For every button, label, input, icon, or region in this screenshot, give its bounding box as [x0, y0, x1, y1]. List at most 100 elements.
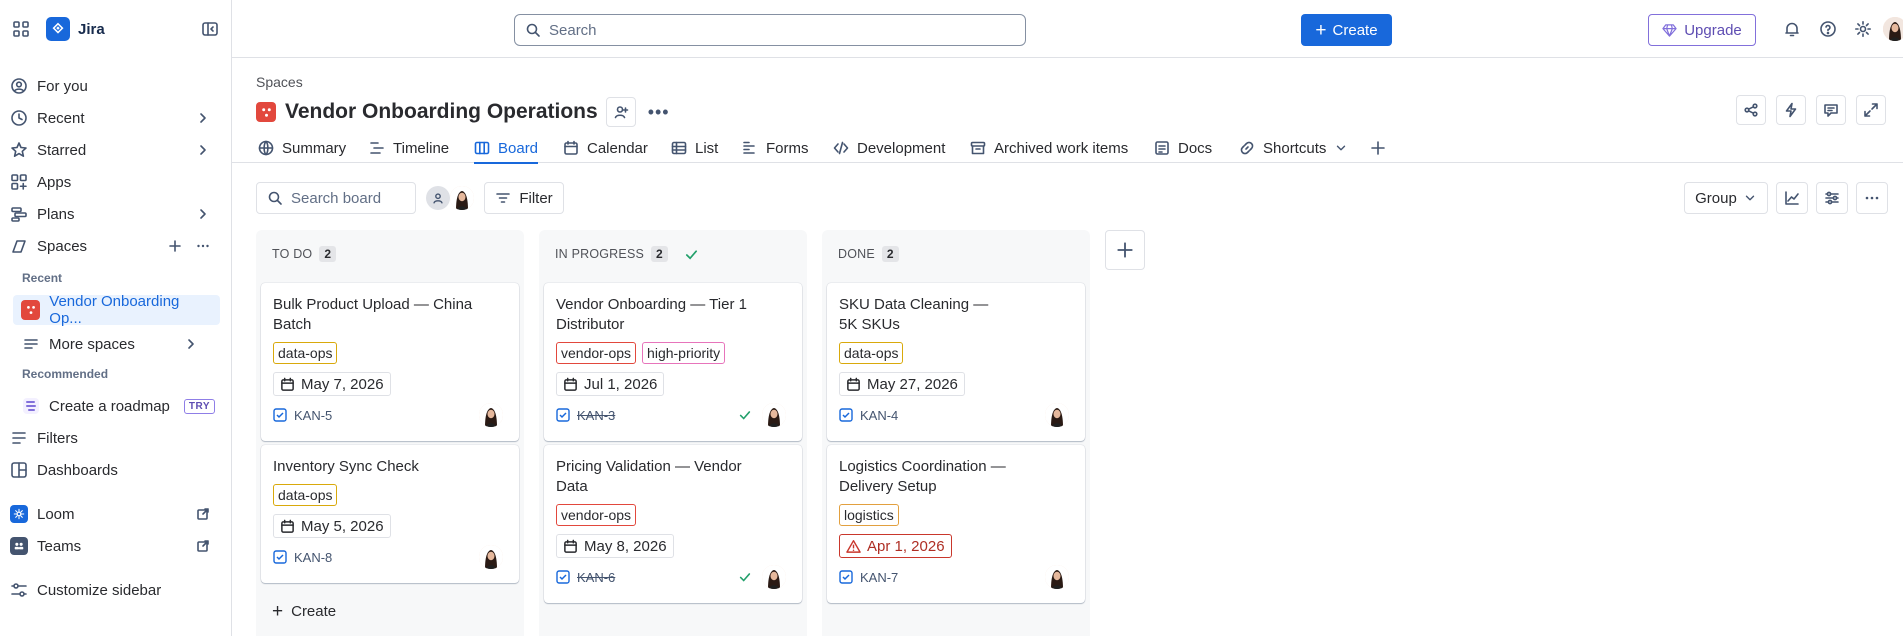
work-item-card[interactable]: Vendor Onboarding — Tier 1 Distributor v…	[544, 283, 802, 441]
tab-archived-work-items[interactable]: Archived work items	[970, 133, 1128, 163]
sidebar-item-label: Vendor Onboarding Op...	[49, 293, 180, 327]
due-date[interactable]: Jul 1, 2026	[556, 372, 665, 396]
insights-button[interactable]	[1776, 182, 1808, 214]
card-label[interactable]: data-ops	[839, 342, 904, 364]
sidebar-item-loom[interactable]: Loom	[0, 498, 232, 530]
user-avatar[interactable]	[1883, 17, 1903, 41]
sidebar-item-for-you[interactable]: For you	[0, 70, 232, 102]
tab-shortcuts[interactable]: Shortcuts	[1239, 133, 1348, 163]
plus-icon: +	[272, 601, 284, 622]
notifications-icon[interactable]	[1783, 20, 1801, 38]
work-item-card[interactable]: Inventory Sync Check data-ops May 5, 202…	[261, 445, 519, 583]
work-item-card[interactable]: Bulk Product Upload — China Batch data-o…	[261, 283, 519, 441]
chevron-right-icon[interactable]	[196, 207, 210, 221]
tab-board[interactable]: Board	[474, 133, 539, 164]
work-item-card[interactable]: Pricing Validation — Vendor Data vendor-…	[544, 445, 802, 603]
due-date[interactable]: May 8, 2026	[556, 534, 674, 558]
assignee-avatar[interactable]	[762, 403, 786, 427]
column-header[interactable]: TO DO 2	[256, 230, 524, 278]
work-item-card[interactable]: Logistics Coordination — Delivery Setup …	[827, 445, 1085, 603]
calendar-icon	[563, 140, 579, 156]
app-switcher-icon[interactable]	[12, 20, 30, 38]
share-button[interactable]	[1736, 95, 1766, 125]
sidebar-item-vendor-onboarding[interactable]: Vendor Onboarding Op...	[13, 293, 220, 327]
tab-docs[interactable]: Docs	[1154, 133, 1212, 163]
due-date[interactable]: May 7, 2026	[273, 372, 391, 396]
sidebar-item-dashboards[interactable]: Dashboards	[0, 454, 232, 486]
tab-timeline[interactable]: Timeline	[369, 133, 449, 163]
collapse-sidebar-icon[interactable]	[201, 20, 219, 38]
help-icon[interactable]	[1819, 20, 1837, 38]
chevron-right-icon[interactable]	[196, 143, 210, 157]
issue-key[interactable]: KAN-3	[577, 408, 615, 423]
add-space-icon[interactable]	[168, 239, 182, 253]
upgrade-button[interactable]: Upgrade	[1648, 14, 1756, 46]
due-date[interactable]: May 27, 2026	[839, 372, 965, 396]
filter-button[interactable]: Filter	[484, 182, 564, 214]
tab-summary[interactable]: Summary	[258, 133, 346, 163]
unassigned-avatar[interactable]	[426, 186, 450, 210]
due-date-overdue[interactable]: Apr 1, 2026	[839, 534, 952, 558]
app-name[interactable]: Jira	[78, 21, 105, 38]
assignee-avatar[interactable]	[479, 403, 503, 427]
more-options-button[interactable]	[1856, 182, 1888, 214]
sidebar-item-apps[interactable]: Apps	[0, 166, 232, 198]
board-search[interactable]	[256, 182, 416, 214]
chevron-right-icon[interactable]	[196, 111, 210, 125]
sidebar-item-filters[interactable]: Filters	[0, 422, 232, 454]
forms-icon	[742, 140, 758, 156]
breadcrumb[interactable]: Spaces	[256, 74, 303, 90]
card-label[interactable]: vendor-ops	[556, 342, 637, 364]
sidebar-item-customize[interactable]: Customize sidebar	[0, 574, 232, 606]
board-search-input[interactable]	[291, 189, 411, 207]
view-settings-button[interactable]	[1816, 182, 1848, 214]
sidebar-item-more-spaces[interactable]: More spaces	[12, 328, 232, 360]
issue-key[interactable]: KAN-5	[294, 408, 332, 423]
card-label[interactable]: vendor-ops	[556, 504, 637, 526]
sidebar-item-teams[interactable]: Teams	[0, 530, 232, 562]
add-people-button[interactable]	[605, 97, 636, 127]
more-actions-icon[interactable]: •••	[648, 102, 670, 123]
issue-key[interactable]: KAN-8	[294, 550, 332, 565]
settings-gear-icon[interactable]	[1854, 20, 1872, 38]
tab-list[interactable]: List	[671, 133, 718, 163]
create-work-item-button[interactable]: + Create	[272, 602, 336, 621]
assignee-avatar[interactable]	[762, 565, 786, 589]
automation-button[interactable]	[1776, 95, 1806, 125]
issue-key[interactable]: KAN-6	[577, 570, 615, 585]
card-label[interactable]: data-ops	[273, 342, 338, 364]
work-item-card[interactable]: SKU Data Cleaning — 5K SKUs data-ops May…	[827, 283, 1085, 441]
card-label[interactable]: logistics	[839, 504, 899, 526]
recommended-heading: Recommended	[22, 367, 109, 381]
create-button[interactable]: + Create	[1301, 14, 1392, 46]
due-date[interactable]: May 5, 2026	[273, 514, 391, 538]
more-icon[interactable]	[196, 239, 210, 253]
global-search[interactable]	[514, 14, 1026, 46]
card-label[interactable]: high-priority	[642, 342, 726, 364]
assignee-avatar[interactable]	[450, 186, 474, 210]
add-column-button[interactable]	[1105, 230, 1145, 270]
issue-key[interactable]: KAN-7	[860, 570, 898, 585]
group-by-button[interactable]: Group	[1684, 182, 1768, 214]
issue-key[interactable]: KAN-4	[860, 408, 898, 423]
sidebar-item-plans[interactable]: Plans	[0, 198, 232, 230]
sidebar-item-recent[interactable]: Recent	[0, 102, 232, 134]
sidebar-item-starred[interactable]: Starred	[0, 134, 232, 166]
column-header[interactable]: DONE 2	[822, 230, 1090, 278]
sidebar-item-create-roadmap[interactable]: Create a roadmap TRY	[12, 390, 232, 422]
chevron-right-icon[interactable]	[184, 337, 198, 351]
sidebar-item-spaces[interactable]: Spaces	[0, 230, 232, 262]
tab-forms[interactable]: Forms	[742, 133, 809, 163]
fullscreen-button[interactable]	[1856, 95, 1886, 125]
column-header[interactable]: IN PROGRESS 2	[539, 230, 807, 278]
add-tab-button[interactable]	[1370, 133, 1386, 163]
jira-logo-icon[interactable]	[46, 17, 70, 41]
assignee-avatar[interactable]	[1045, 565, 1069, 589]
search-input[interactable]	[549, 21, 989, 39]
assignee-avatar[interactable]	[479, 545, 503, 569]
tab-development[interactable]: Development	[833, 133, 945, 163]
tab-calendar[interactable]: Calendar	[563, 133, 648, 163]
assignee-avatar[interactable]	[1045, 403, 1069, 427]
card-label[interactable]: data-ops	[273, 484, 338, 506]
feedback-button[interactable]	[1816, 95, 1846, 125]
